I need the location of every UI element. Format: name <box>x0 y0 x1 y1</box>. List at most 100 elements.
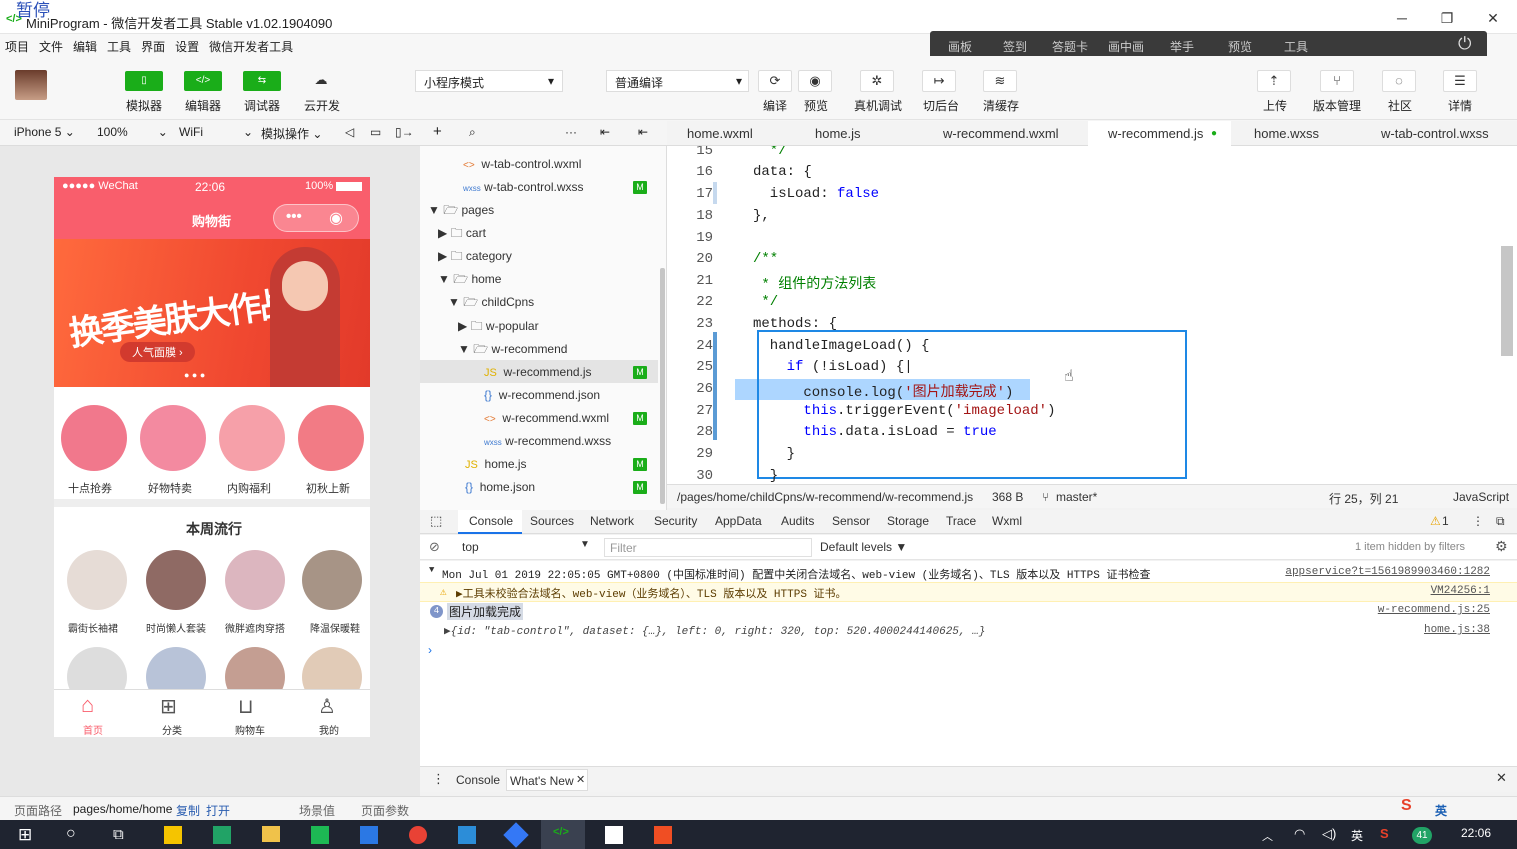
gear-icon[interactable]: ⚙ <box>1495 538 1508 555</box>
tree-item[interactable]: {} home.json <box>465 476 535 498</box>
simulator-toggle-icon[interactable]: ▯ <box>125 71 163 91</box>
debugger-toggle-icon[interactable]: ⇆ <box>243 71 281 91</box>
context-select[interactable]: top ▼ <box>456 538 594 557</box>
scene-value[interactable]: 场景值 <box>299 802 335 819</box>
recommend-image[interactable] <box>140 405 206 471</box>
app-blue-icon[interactable] <box>503 822 529 848</box>
tab-home-wxml[interactable]: home.wxml <box>687 126 753 141</box>
tree-item[interactable]: <> w-tab-control.wxml <box>463 153 581 175</box>
tree-item[interactable]: wxss w-tab-control.wxss <box>463 176 583 198</box>
tab-category[interactable]: 分类 <box>162 722 182 737</box>
console-object[interactable]: ▶{id: "tab-control", dataset: {…}, left:… <box>444 624 985 638</box>
menu-tools[interactable]: 工具 <box>102 34 136 55</box>
popular-label[interactable]: 时尚懒人套装 <box>146 620 206 635</box>
eye-icon[interactable]: ◉ <box>798 70 832 92</box>
devtab-trace[interactable]: Trace <box>946 514 976 528</box>
devtab-security[interactable]: Security <box>654 514 697 528</box>
panel-toggle-icon[interactable]: ⇤ <box>638 125 648 139</box>
webstorm-icon[interactable] <box>360 826 378 844</box>
copy-link[interactable]: 复制 <box>176 802 200 819</box>
app-green-icon[interactable] <box>213 826 231 844</box>
tab-w-recommend-js[interactable]: w-recommend.js <box>1108 126 1203 141</box>
compile-mode-select[interactable]: 普通编译 ▾ <box>606 70 749 92</box>
wifi-icon[interactable]: ◠ <box>1294 826 1305 842</box>
refresh-icon[interactable]: ⟳ <box>758 70 792 92</box>
layers-icon[interactable]: ≋ <box>983 70 1017 92</box>
devtab-network[interactable]: Network <box>590 514 634 528</box>
toplink-tools[interactable]: 工具 <box>1284 38 1308 55</box>
tray-chevron-icon[interactable]: ︿ <box>1262 828 1273 844</box>
git-branch[interactable]: master* <box>1056 490 1097 504</box>
notification-badge[interactable]: 41 <box>1412 827 1432 844</box>
banner-button[interactable]: 人气面膜 › <box>120 342 195 362</box>
popular-image[interactable] <box>67 550 127 610</box>
close-drawer-icon[interactable]: ✕ <box>1496 770 1507 786</box>
add-file-icon[interactable]: + <box>433 123 442 140</box>
windows-start-icon[interactable]: ⊞ <box>18 825 32 845</box>
dock-icon[interactable]: ⧉ <box>1496 514 1505 529</box>
toplink-checkin[interactable]: 签到 <box>1003 38 1027 55</box>
devtab-wxml[interactable]: Wxml <box>992 514 1022 528</box>
avatar[interactable] <box>15 70 47 100</box>
recommend-label[interactable]: 内购福利 <box>227 480 271 496</box>
tab-home[interactable]: 首页 <box>83 722 103 737</box>
branch-icon[interactable]: ⑂ <box>1320 70 1354 92</box>
popular-label[interactable]: 降温保暖鞋 <box>310 620 360 635</box>
more-icon[interactable]: ··· <box>565 125 577 139</box>
search-icon[interactable]: ⌕ <box>469 125 476 140</box>
menu-lines-icon[interactable]: ☰ <box>1443 70 1477 92</box>
toplink-pip[interactable]: 画中画 <box>1108 38 1144 55</box>
tree-item[interactable]: wxss w-recommend.wxss <box>484 430 611 452</box>
toplink-answer-card[interactable]: 答题卡 <box>1052 38 1088 55</box>
app-orange-icon[interactable] <box>654 826 672 844</box>
volume-icon[interactable]: ◁) <box>1322 826 1336 842</box>
recommend-image[interactable] <box>219 405 285 471</box>
network-select[interactable]: WiFi ⌄ <box>179 125 253 139</box>
switch-background-icon[interactable]: ↦ <box>922 70 956 92</box>
tree-item-selected[interactable]: JS w-recommend.js <box>484 361 592 383</box>
tree-scrollbar[interactable] <box>660 268 665 504</box>
devtab-audits[interactable]: Audits <box>781 514 814 528</box>
grid-icon[interactable]: ⊞ <box>160 694 177 719</box>
toplink-drawing-board[interactable]: 画板 <box>948 38 972 55</box>
code-editor[interactable]: 15 16 17 18 19 20 21 22 23 24 25 26 27 2… <box>667 146 1517 484</box>
ime-indicator[interactable]: 英 <box>1351 827 1363 844</box>
console-source-link[interactable]: appservice?t=1561989903460:1282 <box>1285 566 1490 578</box>
sticky-notes-icon[interactable] <box>164 826 182 844</box>
expand-arrow-icon[interactable]: ▼ <box>429 565 434 575</box>
close-button[interactable]: ✕ <box>1483 10 1503 27</box>
menu-project[interactable]: 项目 <box>0 34 34 55</box>
editor-scrollbar[interactable] <box>1501 246 1513 356</box>
devtab-console[interactable]: Console <box>469 514 513 528</box>
cart-icon[interactable]: ⊔ <box>238 694 254 719</box>
language-mode[interactable]: JavaScript <box>1453 490 1509 504</box>
tree-item[interactable]: <> w-recommend.wxml <box>484 407 609 429</box>
levels-select[interactable]: Default levels ▼ <box>820 540 907 554</box>
vscode-icon[interactable] <box>458 826 476 844</box>
tab-profile[interactable]: 我的 <box>319 722 339 737</box>
recommend-label[interactable]: 好物特卖 <box>148 480 192 496</box>
kebab-menu-icon[interactable]: ⋮ <box>1472 514 1484 528</box>
editor-toggle-icon[interactable]: </> <box>184 71 222 91</box>
tab-home-wxss[interactable]: home.wxss <box>1254 126 1319 141</box>
banner[interactable]: 换季美肤大作战 人气面膜 › ● ● ● <box>54 239 370 387</box>
clock-time[interactable]: 22:06 <box>1461 826 1491 840</box>
open-link[interactable]: 打开 <box>206 802 230 819</box>
cursor-position[interactable]: 行 25，列 21 <box>1329 490 1398 507</box>
zoom-select[interactable]: 100% ⌄ <box>97 125 168 139</box>
tree-item[interactable]: ▶ 🗀 w-popular <box>458 315 539 337</box>
clear-console-icon[interactable]: ⊘ <box>429 539 440 555</box>
menu-wechat-devtools[interactable]: 微信开发者工具 <box>204 34 298 55</box>
tree-item[interactable]: {} w-recommend.json <box>484 384 600 406</box>
close-circle-icon[interactable]: ◉ <box>329 208 343 228</box>
volume-icon[interactable]: ◁ <box>345 125 354 139</box>
recommend-label[interactable]: 十点抢券 <box>68 480 112 496</box>
search-icon[interactable]: ○ <box>66 825 76 843</box>
bug-icon[interactable]: ✲ <box>860 70 894 92</box>
drawer-tab-console[interactable]: Console <box>456 773 500 787</box>
devtab-sensor[interactable]: Sensor <box>832 514 870 528</box>
recommend-image[interactable] <box>298 405 364 471</box>
ime-logo-icon[interactable]: S <box>1401 797 1412 815</box>
power-icon[interactable]: ⏻ <box>1458 34 1471 54</box>
popular-label[interactable]: 霸街长袖裙 <box>68 620 118 635</box>
